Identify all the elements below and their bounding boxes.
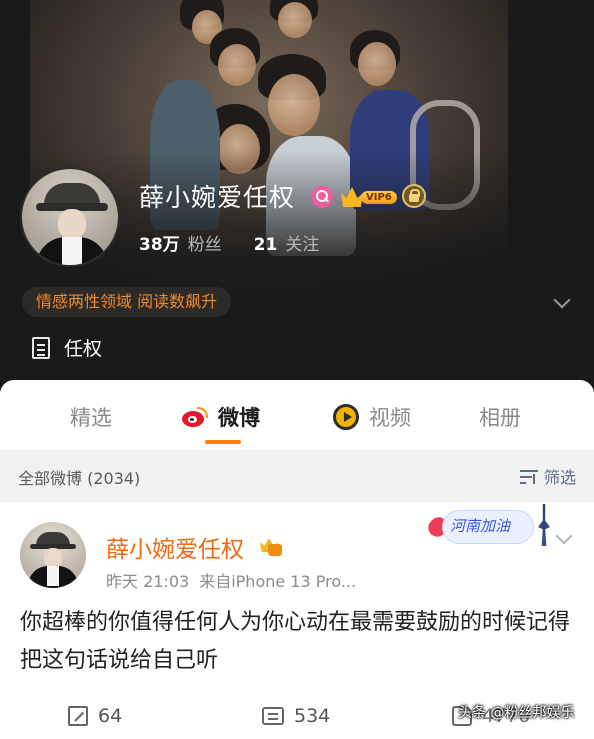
- profile-header: 薛小婉爱任权 VIP6 38万 粉丝 21 关注 情感两性领域 阅读数飙升 任权: [0, 0, 594, 392]
- tab-label: 微博: [218, 406, 260, 430]
- followers-label: 粉丝: [187, 235, 222, 255]
- chevron-down-icon[interactable]: [555, 527, 573, 545]
- sticker-text: 河南加油: [450, 517, 511, 535]
- video-icon: [333, 404, 359, 430]
- tab-featured[interactable]: 精选: [70, 402, 112, 432]
- post-meta: 昨天 21:03 来自iPhone 13 Pro...: [106, 568, 356, 592]
- henan-sticker: 河南加油: [424, 504, 552, 548]
- share-button[interactable]: 64: [68, 698, 122, 734]
- tab-label: 视频: [369, 406, 411, 430]
- profile-name: 薛小婉爱任权: [139, 183, 296, 212]
- document-icon: [32, 336, 50, 359]
- share-icon: [68, 706, 88, 726]
- profile-avatar[interactable]: [20, 167, 120, 267]
- filter-icon: [519, 468, 538, 484]
- vip-crown-icon: [260, 536, 282, 556]
- filter-bar: 全部微博 (2034) 筛选: [0, 450, 594, 502]
- followers-stat[interactable]: 38万 粉丝: [139, 230, 222, 255]
- tower-icon: [538, 504, 550, 546]
- crown-icon: [341, 187, 363, 207]
- vip-badge[interactable]: VIP6: [341, 186, 397, 208]
- comment-count: 534: [294, 705, 331, 727]
- following-label: 关注: [285, 235, 320, 255]
- all-weibo-count[interactable]: 全部微博 (2034): [18, 465, 140, 489]
- followers-count: 38万: [139, 235, 180, 255]
- tab-label: 相册: [479, 406, 521, 430]
- super-topic-icon[interactable]: [311, 186, 333, 208]
- profile-tag[interactable]: 情感两性领域 阅读数飙升: [22, 287, 232, 317]
- tab-weibo[interactable]: 微博: [182, 402, 260, 432]
- post-author-name[interactable]: 薛小婉爱任权: [106, 530, 244, 564]
- filter-button[interactable]: 筛选: [519, 464, 576, 488]
- following-stat[interactable]: 21 关注: [254, 230, 320, 255]
- post-author-avatar[interactable]: [20, 522, 86, 588]
- active-tab-indicator: [205, 440, 241, 444]
- profile-bio: 任权: [32, 334, 102, 361]
- lock-badge-icon[interactable]: [402, 184, 426, 208]
- share-count: 64: [98, 705, 123, 727]
- tab-video[interactable]: 视频: [333, 402, 411, 432]
- post-text[interactable]: 你超棒的你值得任何人为你心动在最需要鼓励的时候记得把这句话说给自己听: [20, 604, 576, 680]
- watermark: 头条 @粉丝邦娱乐: [458, 705, 575, 721]
- comment-button[interactable]: 534: [262, 698, 330, 734]
- comment-icon: [262, 707, 284, 725]
- weibo-icon: [182, 407, 208, 427]
- bio-text: 任权: [64, 338, 103, 360]
- profile-stats: 38万 粉丝 21 关注: [139, 230, 319, 255]
- profile-tabs: 精选 微博 视频 相册: [0, 380, 594, 450]
- tab-label: 精选: [70, 406, 112, 430]
- post-time: 昨天 21:03: [106, 572, 190, 591]
- filter-label: 筛选: [543, 468, 576, 487]
- vip-level: VIP6: [361, 190, 397, 204]
- tab-album[interactable]: 相册: [479, 402, 521, 432]
- following-count: 21: [253, 235, 278, 255]
- post-source: 来自iPhone 13 Pro...: [199, 572, 357, 591]
